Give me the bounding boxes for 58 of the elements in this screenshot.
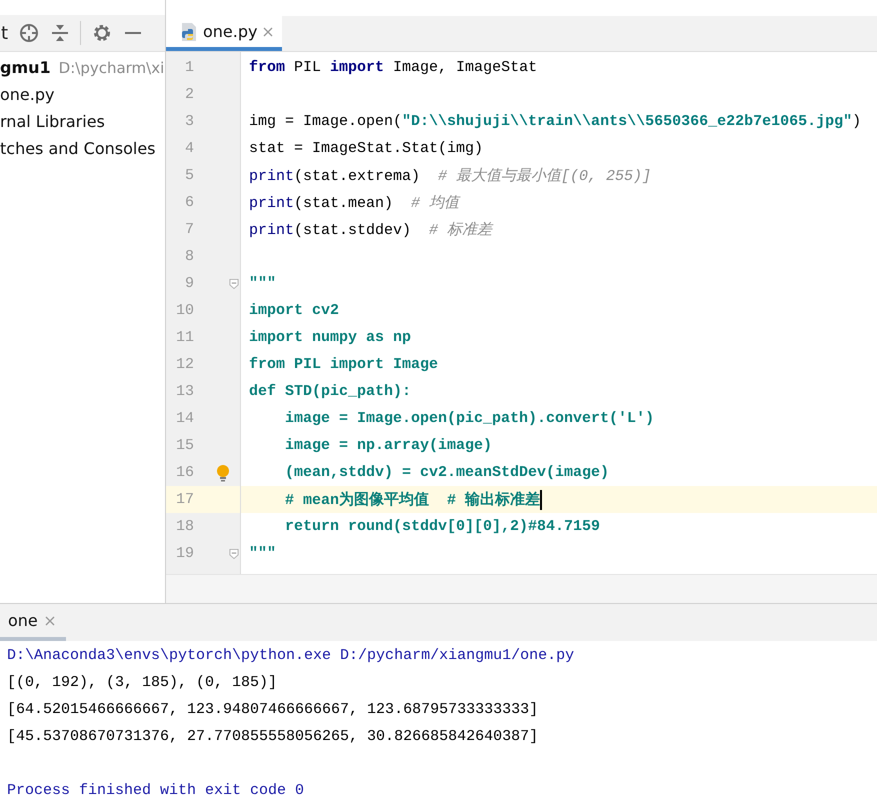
fold-marker-icon[interactable] xyxy=(229,548,239,560)
line-number: 18 xyxy=(174,518,194,535)
code-line: from PIL import Image xyxy=(249,356,438,373)
line-number: 8 xyxy=(184,248,194,265)
fold-marker-icon[interactable] xyxy=(229,278,239,290)
code-line: image = np.array(image) xyxy=(284,437,492,454)
collapse-icon[interactable] xyxy=(50,22,70,44)
code-line: img = Image.open("D:\\shujuji\\train\\ants\\5650366_e22b7e1065.jpg") xyxy=(249,113,862,130)
code-line: image = Image.open(pic_path).convert('L') xyxy=(284,410,654,427)
editor-tab[interactable]: one.py xyxy=(166,16,282,51)
code-line: import numpy as np xyxy=(249,329,412,346)
lightbulb-icon[interactable] xyxy=(216,464,230,482)
line-number: 19 xyxy=(174,545,194,562)
line-number: 6 xyxy=(184,194,194,211)
close-icon[interactable] xyxy=(262,26,274,38)
console-line: Process finished with exit code 0 xyxy=(7,781,306,797)
code-line: """ xyxy=(249,545,276,562)
line-number: 1 xyxy=(184,59,194,76)
code-line: print(stat.mean) # 均值 xyxy=(249,194,460,212)
line-number: 17 xyxy=(174,491,194,508)
code-line: (mean,stddv) = cv2.meanStdDev(image) xyxy=(284,464,610,481)
code-line: return round(stddv[0][0],2)#84.7159 xyxy=(284,518,600,535)
line-number: 7 xyxy=(184,221,194,238)
code-line: def STD(pic_path): xyxy=(249,383,412,400)
line-number: 11 xyxy=(174,329,194,346)
console-line: [64.52015466666667, 123.94807466666667, 123.68795733333333] xyxy=(7,700,540,720)
line-number: 2 xyxy=(184,86,194,103)
line-number: 12 xyxy=(174,356,194,373)
line-number: 4 xyxy=(184,140,194,157)
line-number: 3 xyxy=(184,113,194,130)
line-number: 5 xyxy=(184,167,194,184)
line-number: 16 xyxy=(174,464,194,481)
code-line: # mean为图像平均值 # 输出标准差 xyxy=(284,490,540,509)
line-number: 14 xyxy=(174,410,194,427)
code-line: """ xyxy=(249,275,276,292)
run-tab[interactable]: one xyxy=(0,604,66,641)
code-line: from PIL import Image, ImageStat xyxy=(249,59,538,76)
tree-item[interactable]: one.py xyxy=(0,85,54,104)
panel-title: t xyxy=(1,22,8,44)
python-file-icon[interactable] xyxy=(180,22,198,42)
line-number: 9 xyxy=(184,275,194,292)
code-line: print(stat.stddev) # 标准差 xyxy=(249,220,492,239)
text-caret xyxy=(540,490,542,510)
project-path: D:\pycharm\xi xyxy=(58,58,164,76)
code-line: stat = ImageStat.Stat(img) xyxy=(249,140,484,157)
tree-item[interactable]: tches and Consoles xyxy=(0,139,156,158)
line-number: 13 xyxy=(174,383,194,400)
console-line: [45.53708670731376, 27.770855558056265, 30.826685842640387] xyxy=(7,727,540,747)
line-number: 15 xyxy=(174,437,194,454)
console-line: [(0, 192), (3, 185), (0, 185)] xyxy=(7,673,278,693)
crosshair-icon[interactable] xyxy=(18,22,40,44)
close-icon[interactable] xyxy=(44,614,56,626)
tree-item[interactable]: rnal Libraries xyxy=(0,112,105,131)
tree-item[interactable]: gmu1 xyxy=(0,58,51,77)
line-number: 10 xyxy=(174,302,194,319)
code-line: import cv2 xyxy=(249,302,340,319)
code-line: print(stat.extrema) # 最大值与最小值[(0, 255)] xyxy=(249,166,652,185)
console-line: D:\Anaconda3\envs\pytorch\python.exe D:/pycharm/xiangmu1/one.py xyxy=(7,646,576,666)
